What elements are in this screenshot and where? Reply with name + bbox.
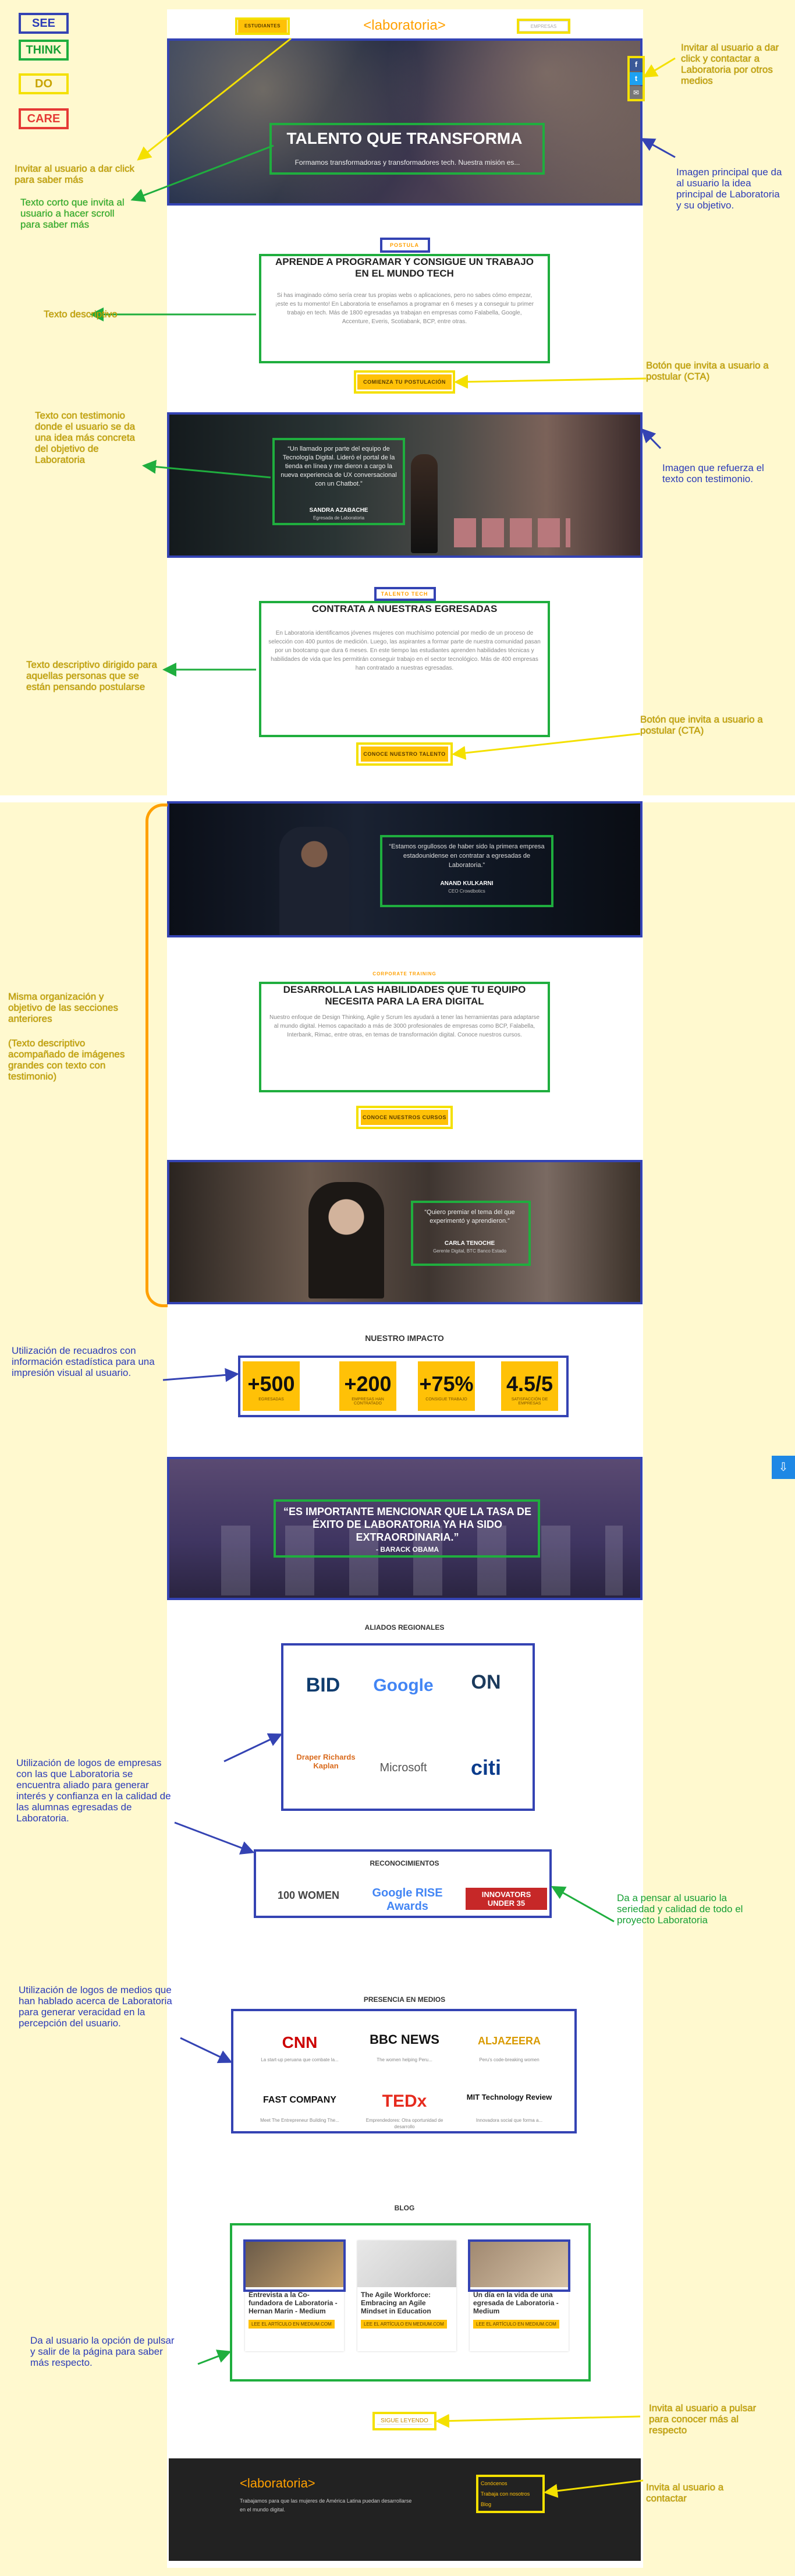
annotation-note: Utilización de logos de medios que han h…: [19, 1984, 172, 2029]
annotation-note: Da a pensar al usuario la seriedad y cal…: [617, 1892, 743, 1926]
annotation-note: Botón que invita a usuario a postular (C…: [646, 360, 769, 382]
annotation-note: Texto descriptivo: [44, 309, 118, 320]
annotation-arrows: [90, 37, 676, 2498]
annotation-note: Texto corto que invita al usuario a hace…: [20, 197, 125, 230]
annotation-note: Utilización de logos de empresas con las…: [16, 1757, 171, 1824]
annotation-note: Utilización de recuadros con información…: [12, 1345, 155, 1378]
annotation-note: Da al usuario la opción de pulsar y sali…: [30, 2335, 175, 2368]
annotation-note: Invita al usuario a pulsar para conocer …: [649, 2402, 757, 2436]
annotation-note: Imagen que refuerza el texto con testimo…: [662, 462, 764, 484]
annotation-note: (Texto descriptivo acompañado de imágene…: [8, 1038, 125, 1082]
annotation-note: Imagen principal que da al usuario la id…: [676, 167, 782, 211]
annotation-note: Invitar al usuario a dar click para sabe…: [15, 163, 134, 185]
annotation-note: Texto descriptivo dirigido para aquellas…: [26, 659, 157, 692]
annotation-note: Botón que invita a usuario a postular (C…: [640, 714, 763, 736]
annotation-note: Invitar al usuario a dar click y contact…: [681, 42, 779, 86]
annotation-note: Invita al usuario a contactar: [646, 2482, 724, 2504]
annotation-note: Texto con testimonio donde el usuario se…: [35, 410, 136, 465]
annotation-note: Misma organización y objetivo de las sec…: [8, 991, 119, 1024]
